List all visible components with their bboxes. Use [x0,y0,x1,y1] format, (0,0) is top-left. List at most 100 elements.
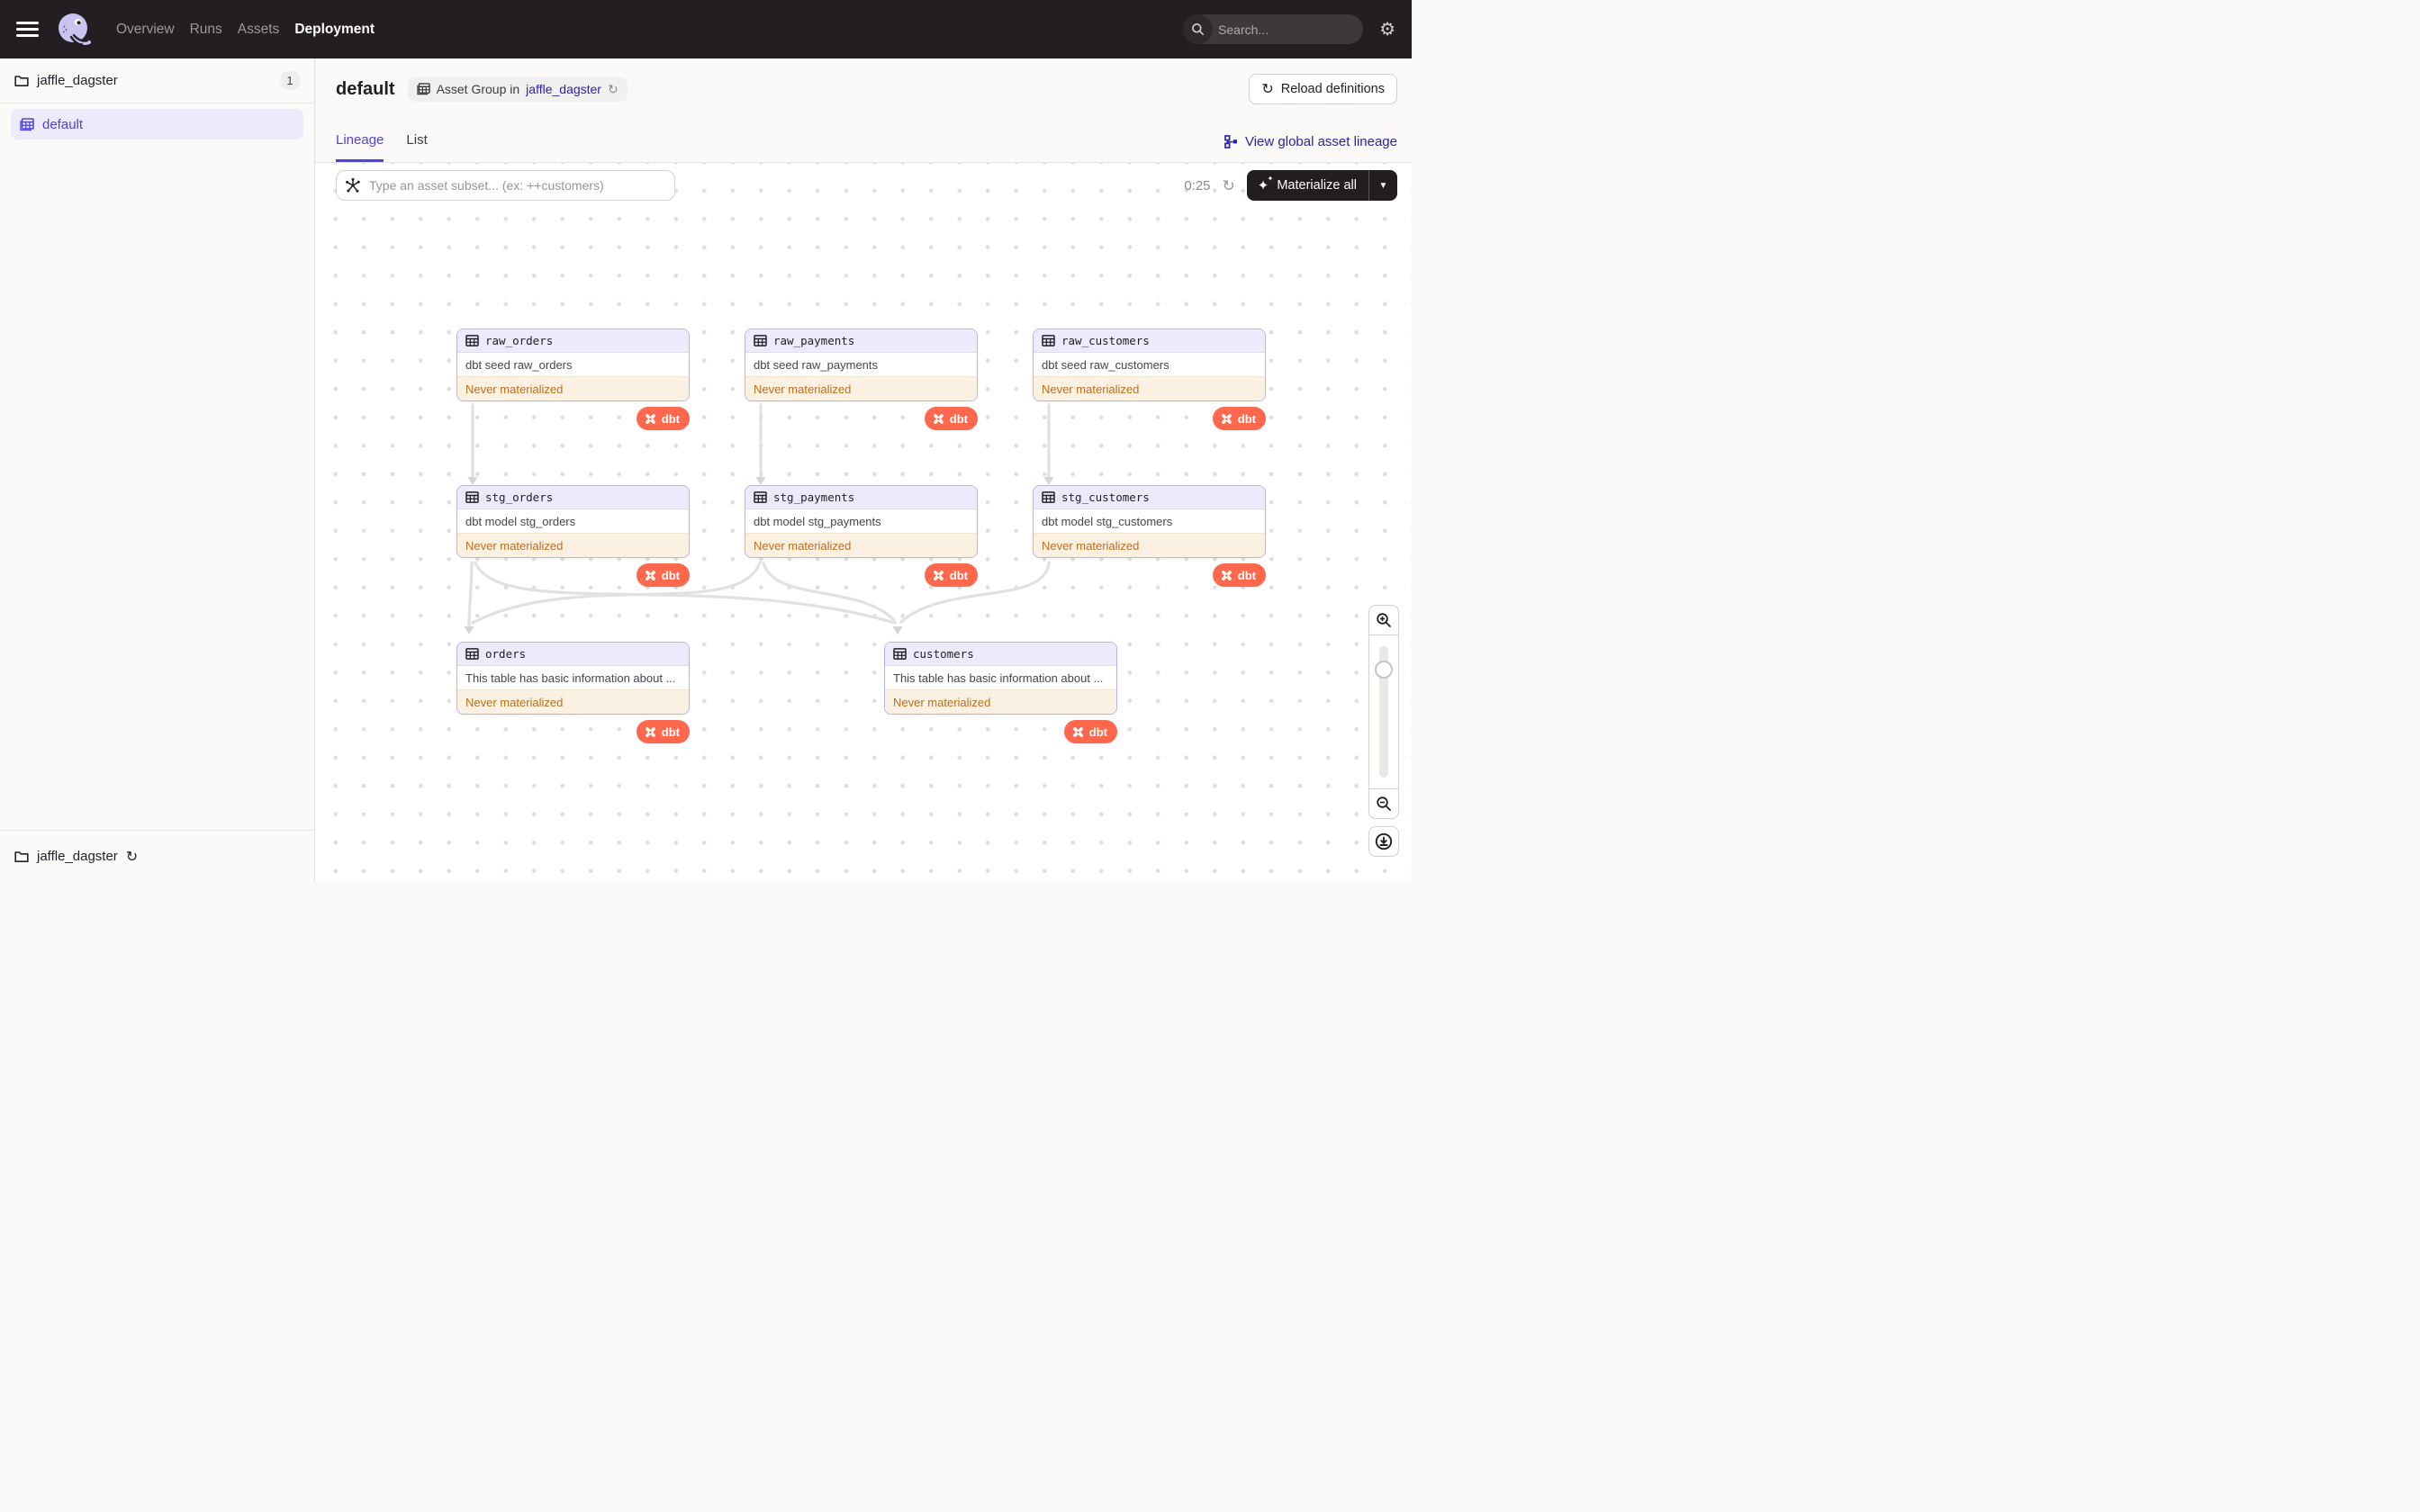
nav-item-overview[interactable]: Overview [116,22,175,38]
gear-icon[interactable]: ⚙ [1379,21,1395,39]
breadcrumb-project-link[interactable]: jaffle_dagster [526,82,601,96]
code-location-name: jaffle_dagster [37,849,118,864]
asset-description: dbt model stg_orders [465,514,576,528]
table-icon [465,491,479,503]
asset-node-header: customers [885,643,1116,666]
asset-name: raw_payments [773,334,855,347]
asset-description: dbt seed raw_orders [465,357,573,372]
asset-group-breadcrumb: Asset Group in jaffle_dagster ↻ [407,76,628,102]
dbt-logo-icon [1221,413,1232,424]
dbt-logo-icon [933,570,944,580]
asset-status: Never materialized [745,533,977,557]
search-input[interactable] [1213,22,1364,37]
asset-status: Never materialized [885,689,1116,714]
asset-status: Never materialized [1034,533,1265,557]
reload-definitions-button[interactable]: ↻ Reload definitions [1249,74,1397,104]
asset-node-header: raw_customers [1034,329,1265,353]
asset-description: dbt model stg_payments [754,514,881,528]
asset-description: dbt seed raw_payments [754,357,879,372]
asset-name: stg_orders [485,490,554,504]
asset-status: Never materialized [457,689,689,714]
dagster-logo-icon[interactable] [55,11,93,49]
table-icon [1042,335,1055,346]
asset-node-header: orders [457,643,689,666]
view-global-asset-lineage-link[interactable]: View global asset lineage [1224,134,1397,162]
table-icon [465,648,479,660]
lineage-graph-icon [1224,135,1237,148]
lineage-graph-canvas[interactable]: 0:25 ↻ ✦✦ Materialize all ▼ raw_ordersdb… [315,163,1412,882]
search-icon [1183,14,1214,44]
dbt-compute-badge: dbt [1063,720,1117,743]
dbt-logo-icon [1221,570,1232,580]
page-title: default [336,78,395,99]
asset-name: stg_payments [773,490,855,504]
asset-group-icon [20,117,34,130]
materialize-all-split-button: ✦ ✦ Materialize all ▼ [1246,170,1397,201]
group-count-badge: 1 [280,71,300,90]
nav-item-deployment[interactable]: Deployment [294,22,375,38]
asset-node-header: stg_payments [745,486,977,509]
sidebar-item-default-group[interactable]: default [11,109,303,140]
dbt-compute-badge: dbt [924,407,978,430]
page-header: default Asset Group in jaffle_dagster ↻ [315,58,1412,163]
top-nav: Overview Runs Assets Deployment / ⚙ [0,0,1412,58]
asset-name: stg_customers [1061,490,1150,504]
asset-node-stg_customers[interactable]: stg_customersdbt model stg_customers Neve… [1033,485,1266,558]
zoom-slider[interactable] [1368,634,1399,789]
dbt-compute-badge: dbt [1212,407,1266,430]
asset-description: This table has basic information about .… [465,670,676,685]
asset-node-header: stg_customers [1034,486,1265,509]
hamburger-menu-icon[interactable] [16,22,39,37]
asset-status: Never materialized [745,376,977,400]
asset-node-raw_payments[interactable]: raw_paymentsdbt seed raw_payments Never m… [745,328,978,401]
nav-items: Overview Runs Assets Deployment [116,22,375,38]
refresh-graph-icon[interactable]: ↻ [1223,178,1235,194]
zoom-slider-knob[interactable] [1375,661,1393,679]
dbt-compute-badge: dbt [924,563,978,587]
dbt-logo-icon [933,413,944,424]
table-icon [1042,491,1055,503]
breadcrumb-prefix: Asset Group in [436,82,520,96]
download-image-button[interactable] [1368,826,1399,857]
table-icon [893,648,907,660]
asset-node-header: raw_orders [457,329,689,353]
asset-node-orders[interactable]: orders This table has basic information a… [456,642,690,715]
asset-status: Never materialized [1034,376,1265,400]
dbt-compute-badge: dbt [1212,563,1266,587]
asset-node-header: raw_payments [745,329,977,353]
materialize-dropdown-caret[interactable]: ▼ [1369,170,1397,201]
asset-description: This table has basic information about .… [893,670,1104,685]
asset-name: orders [485,647,527,661]
nav-item-assets[interactable]: Assets [238,22,280,38]
asset-name: raw_customers [1061,334,1150,347]
asset-description: dbt model stg_customers [1042,514,1173,528]
table-icon [465,335,479,346]
refresh-icon[interactable]: ↻ [608,82,619,97]
reload-icon: ↻ [1261,82,1274,97]
global-search[interactable]: / [1183,14,1364,44]
asset-node-stg_orders[interactable]: stg_orders dbt model stg_orders Never mate… [456,485,690,558]
asset-name: raw_orders [485,334,554,347]
nav-item-runs[interactable]: Runs [190,22,222,38]
asset-node-customers[interactable]: customers This table has basic informatio… [884,642,1117,715]
reload-location-icon[interactable]: ↻ [126,848,138,866]
tab-list[interactable]: List [406,132,427,162]
materialize-all-button[interactable]: ✦ ✦ Materialize all [1247,170,1368,201]
dbt-compute-badge: dbt [636,563,690,587]
zoom-out-button[interactable] [1368,788,1399,819]
project-name: jaffle_dagster [37,73,118,88]
table-icon [754,491,767,503]
dbt-compute-badge: dbt [636,720,690,743]
tab-lineage[interactable]: Lineage [336,132,384,162]
asset-subset-input[interactable] [336,170,675,201]
asset-node-stg_payments[interactable]: stg_paymentsdbt model stg_payments Never … [745,485,978,558]
asset-node-raw_customers[interactable]: raw_customers dbt seed raw_customers Never… [1033,328,1266,401]
asset-node-raw_orders[interactable]: raw_orders dbt seed raw_orders Never mater… [456,328,690,401]
zoom-in-button[interactable] [1368,605,1399,635]
asset-node-header: stg_orders [457,486,689,509]
dbt-logo-icon [645,413,655,424]
sidebar-item-jaffle-dagster[interactable]: jaffle_dagster 1 [0,58,314,104]
dbt-logo-icon [645,726,655,737]
sidebar: jaffle_dagster 1 default jaffle_dagster … [0,58,315,882]
sparkle-icon: ✦ ✦ [1257,174,1274,194]
